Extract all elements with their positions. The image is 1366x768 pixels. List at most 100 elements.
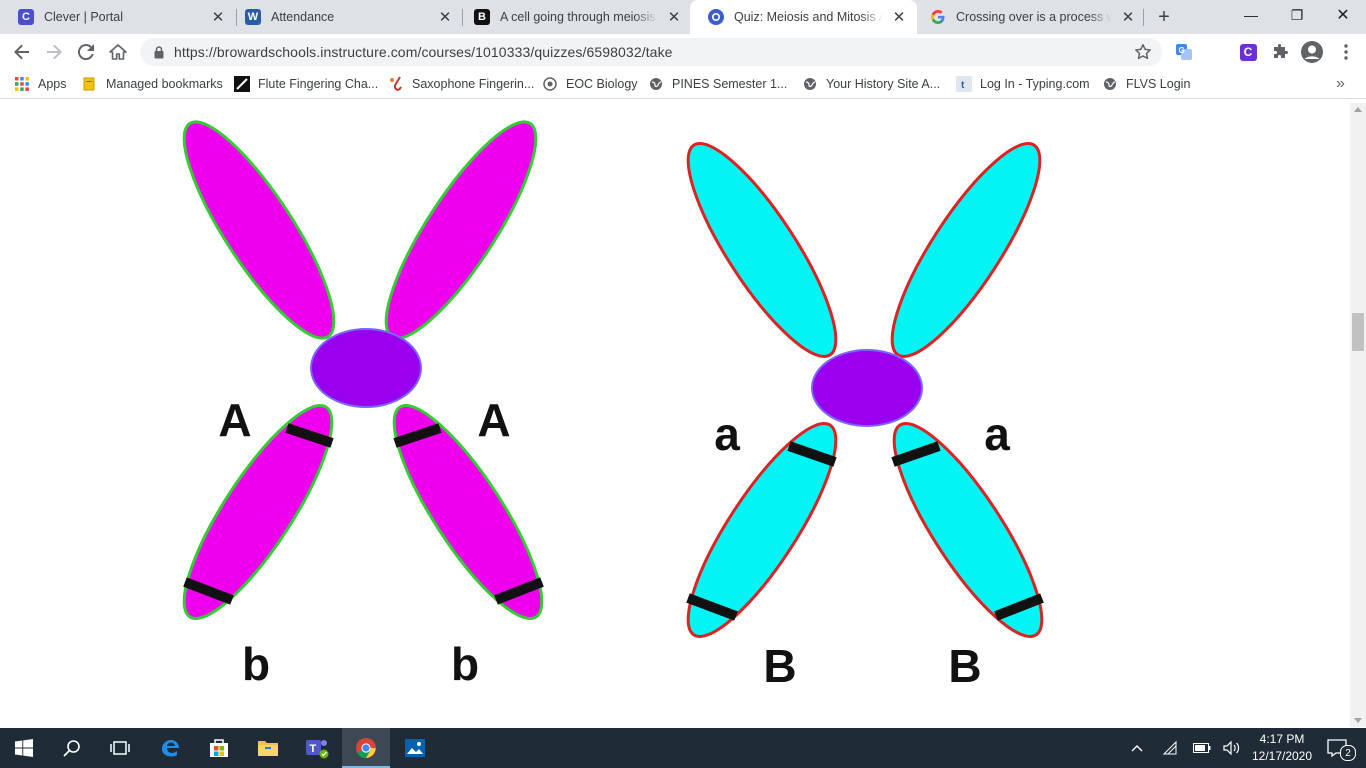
- bookmark-star-icon[interactable]: [1134, 43, 1152, 66]
- bookmark-managed[interactable]: Managed bookmarks: [82, 74, 223, 94]
- bookmark-label: Managed bookmarks: [106, 77, 223, 91]
- allele-label: a: [984, 408, 1010, 460]
- centromere: [811, 349, 923, 427]
- page-content: A A b b a a B B: [0, 103, 1350, 727]
- allele-label: a: [714, 408, 740, 460]
- bookmark-label: Your History Site A...: [826, 77, 941, 91]
- scrollbar-thumb[interactable]: [1352, 313, 1364, 351]
- close-tab-icon[interactable]: ✕: [435, 7, 455, 27]
- edge-button[interactable]: [146, 728, 194, 768]
- close-window-button[interactable]: ✕: [1320, 0, 1366, 30]
- bookmark-apps[interactable]: Apps: [14, 74, 67, 94]
- lock-icon[interactable]: [154, 45, 164, 59]
- tab-brainly[interactable]: B A cell going through meiosis c ✕: [456, 0, 692, 34]
- bookmark-flvs[interactable]: FLVS Login: [1102, 74, 1190, 94]
- chromatid-arm: [686, 422, 838, 638]
- allele-label: b: [451, 638, 479, 690]
- photos-button[interactable]: [391, 728, 439, 768]
- bookmark-flute[interactable]: Flute Fingering Cha...: [234, 74, 378, 94]
- scroll-up-arrow-icon[interactable]: [1354, 107, 1362, 112]
- new-tab-button[interactable]: +: [1152, 5, 1176, 29]
- page-scrollbar[interactable]: [1350, 103, 1366, 727]
- search-button[interactable]: [48, 728, 96, 768]
- saxophone-icon: [388, 76, 404, 92]
- folder-icon: [82, 76, 98, 92]
- chevron-up-icon: [1131, 745, 1143, 752]
- bookmark-label: FLVS Login: [1126, 77, 1191, 91]
- teams-icon: T: [306, 740, 329, 759]
- reload-button[interactable]: [72, 38, 100, 66]
- chromosome-figure: A A b b a a B B: [182, 120, 1044, 692]
- tab-strip: C Clever | Portal ✕ W Attendance ✕ B A c…: [0, 0, 1366, 34]
- chrome-menu-icon[interactable]: [1332, 38, 1360, 66]
- teams-button[interactable]: T: [293, 728, 341, 768]
- close-tab-icon[interactable]: ✕: [664, 7, 684, 27]
- close-tab-icon[interactable]: ✕: [889, 7, 909, 27]
- file-explorer-icon: [258, 741, 278, 756]
- bookmark-pines[interactable]: PINES Semester 1...: [648, 74, 787, 94]
- tab-title: Attendance: [271, 10, 335, 24]
- clever-favicon-icon: C: [18, 9, 34, 25]
- chromatid-arm: [392, 404, 544, 620]
- bookmark-label: Flute Fingering Cha...: [258, 77, 379, 91]
- flute-icon: [234, 76, 250, 92]
- word-favicon-icon: W: [245, 9, 261, 25]
- bookmark-eoc-biology[interactable]: EOC Biology: [542, 74, 638, 94]
- start-button[interactable]: [0, 728, 48, 768]
- chromatid-arm: [384, 120, 538, 340]
- bookmark-saxophone[interactable]: Saxophone Fingerin...: [388, 74, 534, 94]
- close-tab-icon[interactable]: ✕: [208, 7, 228, 27]
- tab-attendance[interactable]: W Attendance ✕: [227, 0, 463, 34]
- bookmark-history-site[interactable]: Your History Site A...: [802, 74, 940, 94]
- globe-icon: [542, 76, 558, 92]
- notification-count-badge: 2: [1340, 745, 1356, 761]
- globe-icon: [802, 76, 818, 92]
- bookmark-label: Log In - Typing.com: [980, 77, 1090, 91]
- tab-clever[interactable]: C Clever | Portal ✕: [0, 0, 236, 34]
- edge-icon: [162, 740, 179, 757]
- bookmark-label: EOC Biology: [566, 77, 638, 91]
- left-chromosome: A A b b: [182, 120, 544, 690]
- translate-extension-icon[interactable]: G: [1170, 38, 1198, 66]
- chrome-button[interactable]: [342, 728, 390, 768]
- restore-button[interactable]: ❐: [1274, 0, 1320, 30]
- minimize-button[interactable]: —: [1228, 0, 1274, 30]
- tab-title: Quiz: Meiosis and Mitosis Asse: [734, 10, 883, 24]
- forward-button[interactable]: [40, 38, 68, 66]
- tab-google-search[interactable]: Crossing over is a process whic ✕: [912, 0, 1146, 34]
- centromere: [310, 328, 422, 408]
- bookmarks-overflow-button[interactable]: »: [1336, 74, 1345, 94]
- extensions-puzzle-icon[interactable]: [1266, 38, 1294, 66]
- clock-date: 12/17/2020: [1251, 749, 1313, 763]
- bookmark-typing[interactable]: t Log In - Typing.com: [956, 74, 1090, 94]
- close-tab-icon[interactable]: ✕: [1118, 7, 1138, 27]
- home-button[interactable]: [104, 38, 132, 66]
- chromatid-arm: [182, 120, 336, 340]
- allele-label: B: [948, 640, 981, 692]
- clever-extension-icon[interactable]: C: [1234, 38, 1262, 66]
- show-hidden-icons-button[interactable]: [1126, 728, 1148, 768]
- bookmark-label: PINES Semester 1...: [672, 77, 788, 91]
- chromatid-arm: [892, 422, 1044, 638]
- tab-title: A cell going through meiosis c: [500, 10, 658, 24]
- system-clock[interactable]: 4:17 PM 12/17/2020: [1246, 731, 1318, 765]
- store-button[interactable]: [195, 728, 243, 768]
- volume-button[interactable]: [1220, 728, 1244, 768]
- bookmark-label: Saxophone Fingerin...: [412, 77, 535, 91]
- network-button[interactable]: [1158, 728, 1182, 768]
- task-view-button[interactable]: [96, 728, 144, 768]
- address-bar[interactable]: https://browardschools.instructure.com/c…: [140, 38, 1162, 66]
- tab-quiz-active[interactable]: Quiz: Meiosis and Mitosis Asse ✕: [690, 0, 917, 34]
- scroll-down-arrow-icon[interactable]: [1354, 718, 1362, 723]
- google-favicon-icon: [930, 9, 946, 25]
- canvas-favicon-icon: [708, 9, 724, 25]
- back-button[interactable]: [8, 38, 36, 66]
- battery-button[interactable]: [1190, 728, 1214, 768]
- tab-title: Clever | Portal: [44, 10, 123, 24]
- search-icon: [63, 740, 80, 757]
- action-center-button[interactable]: 2: [1322, 728, 1356, 768]
- file-explorer-button[interactable]: [244, 728, 292, 768]
- speaker-icon: [1223, 741, 1240, 755]
- profile-avatar-icon[interactable]: [1298, 38, 1326, 66]
- photos-icon: [405, 739, 425, 757]
